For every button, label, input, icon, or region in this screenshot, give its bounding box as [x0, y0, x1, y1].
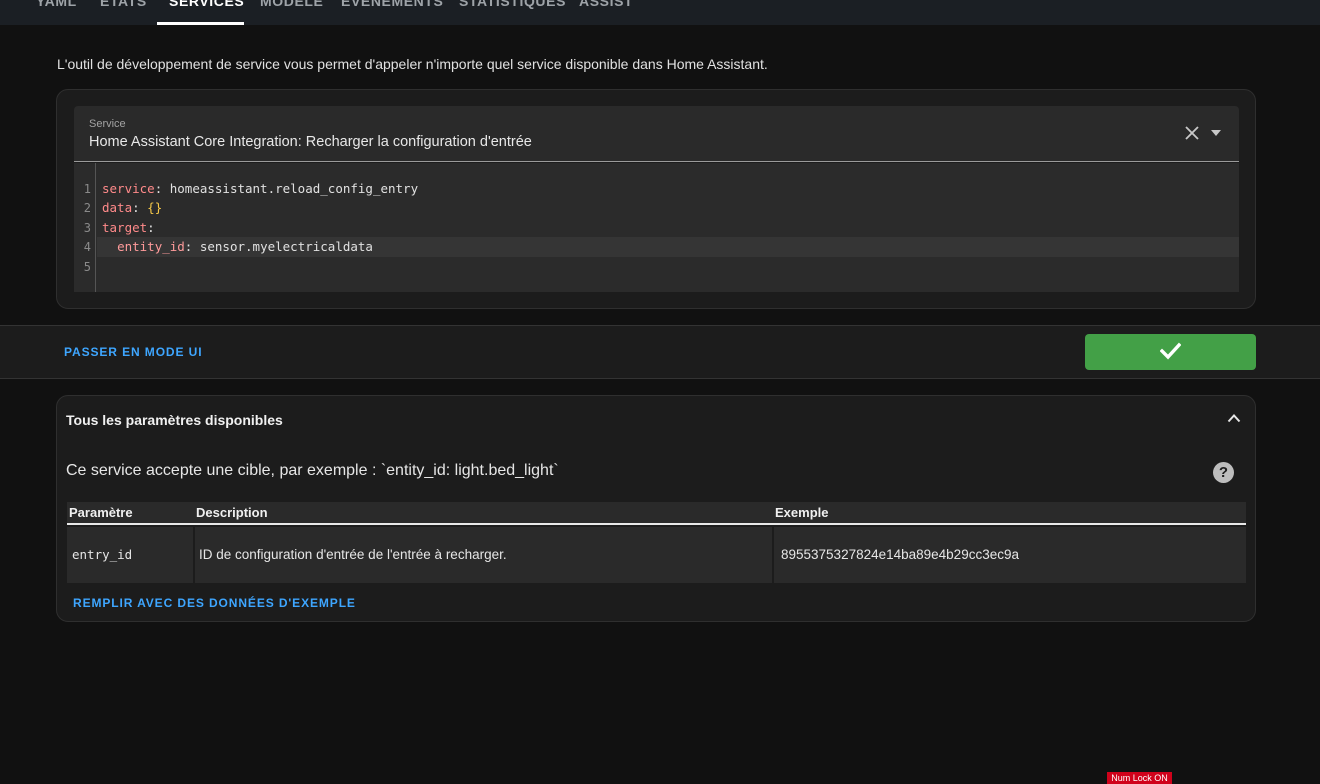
param-description: ID de configuration d'entrée de l'entrée… [199, 547, 507, 562]
table-row: entry_id ID de configuration d'entrée de… [67, 527, 1246, 583]
yaml-key: data [102, 200, 133, 215]
service-card: Service Home Assistant Core Integration:… [56, 89, 1256, 309]
chevron-down-icon[interactable] [1210, 128, 1222, 138]
param-name: entry_id [72, 547, 133, 562]
tab-assist[interactable]: ASSIST [579, 0, 633, 9]
line-number-gutter: 1 2 3 4 5 [74, 163, 96, 292]
check-icon [1160, 342, 1181, 360]
service-field-value: Home Assistant Core Integration: Recharg… [89, 134, 532, 150]
tab-modele[interactable]: MODÈLE [260, 0, 324, 9]
line-number: 2 [83, 201, 91, 215]
call-service-button[interactable] [1085, 334, 1256, 370]
yaml-key: target [102, 220, 148, 235]
tab-statistiques[interactable]: STATISTIQUES [459, 0, 566, 9]
tab-evenements[interactable]: ÉVÉNEMENTS [341, 0, 443, 9]
active-tab-indicator [157, 22, 244, 25]
service-field-label: Service [89, 118, 126, 130]
tab-etats[interactable]: ÉTATS [100, 0, 147, 9]
table-cell-description: ID de configuration d'entrée de l'entrée… [195, 527, 772, 583]
param-example: 8955375327824e14ba89e4b29cc3ec9a [781, 547, 1019, 562]
code-line: service: homeassistant.reload_config_ent… [102, 181, 419, 196]
column-header-exemple: Exemple [775, 505, 829, 520]
action-bar: PASSER EN MODE UI [0, 325, 1320, 379]
table-header: Paramètre Description Exemple [67, 502, 1246, 525]
table-cell-param: entry_id [67, 527, 193, 583]
top-tab-bar: YAML ÉTATS SERVICES MODÈLE ÉVÉNEMENTS ST… [0, 0, 1320, 25]
code-line: target: [102, 220, 155, 235]
yaml-key: entity_id [117, 239, 185, 254]
yaml-value: homeassistant.reload_config_entry [169, 181, 419, 196]
table-cell-example: 8955375327824e14ba89e4b29cc3ec9a [774, 527, 1246, 583]
numlock-indicator: Num Lock ON [1107, 772, 1172, 784]
parameters-card: Tous les paramètres disponibles Ce servi… [56, 395, 1256, 622]
target-description: Ce service accepte une cible, par exempl… [66, 462, 559, 479]
help-icon[interactable]: ? [1213, 462, 1234, 483]
clear-icon[interactable] [1183, 124, 1201, 142]
code-line: entity_id: sensor.myelectricaldata [117, 239, 373, 254]
yaml-value: {} [147, 200, 163, 215]
yaml-value: sensor.myelectricaldata [199, 239, 373, 254]
switch-ui-mode-button[interactable]: PASSER EN MODE UI [64, 345, 202, 359]
line-number: 1 [83, 182, 91, 196]
tab-services[interactable]: SERVICES [169, 0, 244, 9]
service-select[interactable]: Service Home Assistant Core Integration:… [74, 106, 1239, 162]
code-line: data: {} [102, 200, 163, 215]
tab-yaml[interactable]: YAML [36, 0, 77, 9]
yaml-key: service [102, 181, 155, 196]
line-number: 4 [83, 240, 91, 254]
intro-text: L'outil de développement de service vous… [57, 56, 768, 72]
line-number: 3 [83, 221, 91, 235]
yaml-editor[interactable]: 1 2 3 4 5 service: homeassistant.reload_… [74, 163, 1239, 292]
line-number: 5 [83, 260, 91, 274]
fill-example-data-button[interactable]: REMPLIR AVEC DES DONNÉES D'EXEMPLE [73, 596, 356, 610]
chevron-up-icon[interactable] [1227, 413, 1241, 423]
column-header-parametre: Paramètre [69, 505, 133, 520]
column-header-description: Description [196, 505, 268, 520]
parameters-title[interactable]: Tous les paramètres disponibles [66, 412, 283, 428]
